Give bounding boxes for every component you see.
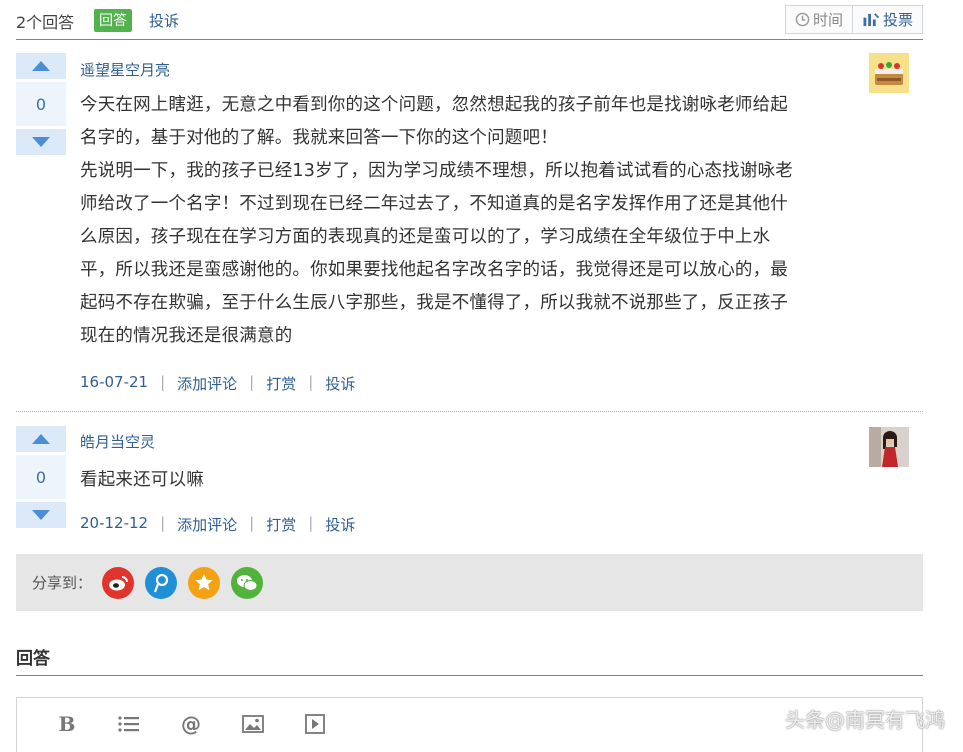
avatar[interactable] [869,427,909,467]
answer-author[interactable]: 皓月当空灵 [80,431,155,452]
content-line: 名字的，基于对他的了解。我就来回答一下你的这个问题吧！ [80,128,558,148]
reward-link[interactable]: 打赏 [266,514,296,535]
separator: | [249,373,255,391]
sort-vote-label: 投票 [882,11,913,29]
report-link[interactable]: 投诉 [325,373,355,394]
downvote-button[interactable] [16,502,66,528]
image-icon [242,715,264,733]
separator: | [308,373,314,391]
tencent-weibo-icon[interactable] [145,566,178,599]
separator: | [308,514,314,532]
qzone-icon[interactable] [188,566,221,599]
separator: | [160,514,166,532]
answers-header: 2个回答 回答 投诉 时间 投票 [16,0,923,40]
answer-item: 0 皓月当空灵 看起来还可以嘛 20-12-12 | 添加评论 | 打赏 | 投… [16,426,923,546]
answer-date: 20-12-12 [80,514,149,532]
video-icon [305,714,325,734]
add-comment-link[interactable]: 添加评论 [177,514,237,535]
upvote-button[interactable] [16,426,66,452]
content-line: 起码不存在欺骗，至于什么生辰八字那些，我是不懂得了，所以我就不说那些了，反正孩子 [80,293,788,313]
arrow-up-icon [32,61,50,71]
add-comment-link[interactable]: 添加评论 [177,373,237,394]
content-line: 师给改了一个名字！不过到现在已经二年过去了，不知道真的是名字发挥作用了还是其他什 [80,194,788,214]
bold-button[interactable]: B [53,710,81,738]
vote-count: 0 [16,455,66,499]
content-line: 今天在网上瞎逛，无意之中看到你的这个问题，忽然想起我的孩子前年也是找谢咏老师给起 [80,95,788,115]
reward-link[interactable]: 打赏 [266,373,296,394]
list-button[interactable] [115,710,143,738]
arrow-up-icon [32,434,50,444]
report-link[interactable]: 投诉 [325,514,355,535]
image-button[interactable] [239,710,267,738]
answer-tag[interactable]: 回答 [94,9,132,32]
weibo-icon[interactable] [102,566,135,599]
reply-title: 回答 [16,649,50,669]
answer-meta: 20-12-12 | 添加评论 | 打赏 | 投诉 [80,514,355,535]
vote-box: 0 [16,426,66,528]
share-bar: 分享到： [16,554,923,611]
arrow-down-icon [32,137,50,147]
sort-by-vote-button[interactable]: 投票 [851,6,922,33]
separator: | [160,373,166,391]
answer-meta: 16-07-21 | 添加评论 | 打赏 | 投诉 [80,373,355,394]
mention-button[interactable]: @ [177,710,205,738]
content-line: 看起来还可以嘛 [80,470,204,490]
share-label: 分享到： [32,574,93,592]
answer-author[interactable]: 遥望星空月亮 [80,59,170,80]
list-icon [118,716,139,732]
downvote-button[interactable] [16,129,66,155]
content-line: 平，所以我还是蛮感谢他的。你如果要找他起名字改名字的话，我觉得还是可以放心的，最 [80,260,788,280]
vote-count: 0 [16,82,66,126]
sort-time-label: 时间 [812,11,843,29]
content-line: 么原因，孩子现在在学习方面的表现真的还是蛮可以的了，学习成绩在全年级位于中上水 [80,227,771,247]
content-line: 现在的情况我还是很满意的 [80,326,293,346]
answer-item: 0 遥望星空月亮 今天在网上瞎逛，无意之中看到你的这个问题，忽然想起我的孩子前年… [16,53,923,413]
editor-toolbar: B @ [53,710,363,738]
answer-date: 16-07-21 [80,373,149,391]
report-link[interactable]: 投诉 [149,10,179,31]
answer-content: 看起来还可以嘛 [80,464,860,497]
answer-count: 2个回答 [16,13,75,32]
arrow-down-icon [32,510,50,520]
video-button[interactable] [301,710,329,738]
bar-chart-icon [863,13,880,27]
content-line: 先说明一下，我的孩子已经13岁了，因为学习成绩不理想，所以抱着试试看的心态找谢咏… [80,161,793,181]
answer-content: 今天在网上瞎逛，无意之中看到你的这个问题，忽然想起我的孩子前年也是找谢咏老师给起… [80,89,860,353]
separator: | [249,514,255,532]
upvote-button[interactable] [16,53,66,79]
sort-toggle: 时间 投票 [784,5,923,34]
clock-icon [795,12,810,27]
watermark: 头条@南冥有飞鸿 [785,708,945,732]
reply-divider [16,675,923,676]
sort-by-time-button[interactable]: 时间 [786,6,852,33]
wechat-icon[interactable] [231,566,264,599]
avatar[interactable] [869,53,909,93]
answer-divider [16,411,923,412]
vote-box: 0 [16,53,66,155]
